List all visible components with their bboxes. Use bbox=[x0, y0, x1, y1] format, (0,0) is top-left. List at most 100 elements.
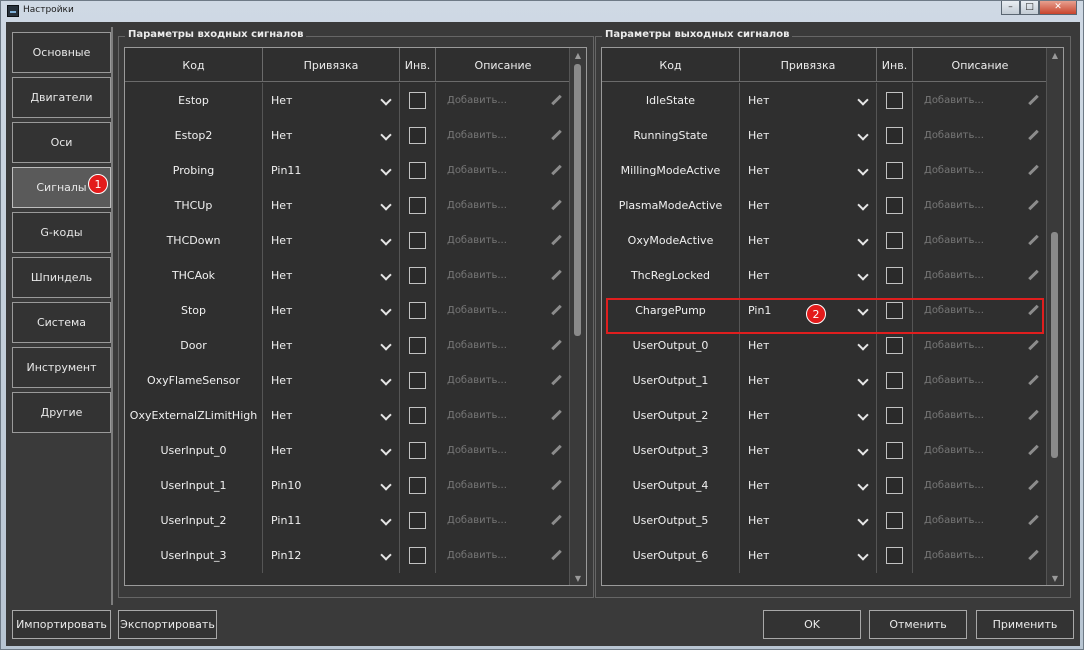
import-button[interactable]: Импортировать bbox=[12, 610, 111, 639]
nav-item[interactable]: Оси bbox=[12, 122, 111, 163]
chevron-down-icon[interactable] bbox=[858, 516, 868, 526]
description-cell[interactable]: Добавить... bbox=[913, 538, 1047, 573]
invert-checkbox[interactable] bbox=[886, 547, 903, 564]
export-button[interactable]: Экспортировать bbox=[118, 610, 217, 639]
chevron-down-icon[interactable] bbox=[858, 201, 868, 211]
binding-dropdown[interactable]: Нет bbox=[740, 188, 877, 223]
chevron-down-icon[interactable] bbox=[858, 236, 868, 246]
invert-checkbox[interactable] bbox=[886, 407, 903, 424]
invert-checkbox[interactable] bbox=[886, 92, 903, 109]
pencil-icon[interactable] bbox=[1028, 410, 1039, 421]
description-cell[interactable]: Добавить... bbox=[436, 258, 570, 293]
description-cell[interactable]: Добавить... bbox=[436, 433, 570, 468]
table-row[interactable]: THCDown Нет Добавить... bbox=[125, 223, 570, 258]
description-cell[interactable]: Добавить... bbox=[913, 433, 1047, 468]
table-row[interactable]: THCUp Нет Добавить... bbox=[125, 188, 570, 223]
binding-dropdown[interactable]: Нет bbox=[740, 83, 877, 118]
invert-checkbox[interactable] bbox=[886, 127, 903, 144]
binding-dropdown[interactable]: Нет bbox=[263, 363, 400, 398]
input-scrollbar[interactable]: ▲ ▼ bbox=[569, 48, 586, 585]
scroll-thumb[interactable] bbox=[1051, 232, 1058, 458]
description-cell[interactable]: Добавить... bbox=[913, 83, 1047, 118]
pencil-icon[interactable] bbox=[551, 340, 562, 351]
invert-checkbox[interactable] bbox=[409, 477, 426, 494]
pencil-icon[interactable] bbox=[551, 235, 562, 246]
table-row[interactable]: Door Нет Добавить... bbox=[125, 328, 570, 363]
binding-dropdown[interactable]: Нет bbox=[740, 118, 877, 153]
chevron-down-icon[interactable] bbox=[381, 306, 391, 316]
scroll-up-arrow-icon[interactable]: ▲ bbox=[570, 48, 586, 62]
binding-dropdown[interactable]: Нет bbox=[263, 118, 400, 153]
pencil-icon[interactable] bbox=[551, 445, 562, 456]
description-cell[interactable]: Добавить... bbox=[436, 118, 570, 153]
header-binding[interactable]: Привязка bbox=[263, 48, 400, 82]
table-row[interactable]: UserInput_0 Нет Добавить... bbox=[125, 433, 570, 468]
binding-dropdown[interactable]: Pin11 bbox=[263, 153, 400, 188]
chevron-down-icon[interactable] bbox=[858, 341, 868, 351]
close-button[interactable]: ✕ bbox=[1039, 1, 1077, 15]
header-description[interactable]: Описание bbox=[436, 48, 570, 82]
table-row[interactable]: PlasmaModeActive Нет Добавить... bbox=[602, 188, 1047, 223]
table-row[interactable]: IdleState Нет Добавить... bbox=[602, 83, 1047, 118]
chevron-down-icon[interactable] bbox=[858, 446, 868, 456]
pencil-icon[interactable] bbox=[1028, 270, 1039, 281]
chevron-down-icon[interactable] bbox=[381, 551, 391, 561]
pencil-icon[interactable] bbox=[551, 375, 562, 386]
binding-dropdown[interactable]: Нет bbox=[263, 258, 400, 293]
description-cell[interactable]: Добавить... bbox=[913, 223, 1047, 258]
binding-dropdown[interactable]: Нет bbox=[263, 293, 400, 328]
description-cell[interactable]: Добавить... bbox=[913, 153, 1047, 188]
table-row[interactable]: UserInput_1 Pin10 Добавить... bbox=[125, 468, 570, 503]
chevron-down-icon[interactable] bbox=[858, 131, 868, 141]
pencil-icon[interactable] bbox=[551, 305, 562, 316]
nav-item[interactable]: Другие bbox=[12, 392, 111, 433]
ok-button[interactable]: OK bbox=[763, 610, 861, 639]
invert-checkbox[interactable] bbox=[886, 197, 903, 214]
header-description[interactable]: Описание bbox=[913, 48, 1047, 82]
pencil-icon[interactable] bbox=[1028, 550, 1039, 561]
pencil-icon[interactable] bbox=[551, 95, 562, 106]
table-row[interactable]: ThcRegLocked Нет Добавить... bbox=[602, 258, 1047, 293]
chevron-down-icon[interactable] bbox=[381, 481, 391, 491]
chevron-down-icon[interactable] bbox=[381, 376, 391, 386]
nav-item[interactable]: Шпиндель bbox=[12, 257, 111, 298]
invert-checkbox[interactable] bbox=[886, 512, 903, 529]
description-cell[interactable]: Добавить... bbox=[436, 328, 570, 363]
chevron-down-icon[interactable] bbox=[381, 446, 391, 456]
table-row[interactable]: UserOutput_3 Нет Добавить... bbox=[602, 433, 1047, 468]
binding-dropdown[interactable]: Нет bbox=[263, 223, 400, 258]
pencil-icon[interactable] bbox=[551, 270, 562, 281]
chevron-down-icon[interactable] bbox=[381, 341, 391, 351]
table-row[interactable]: Estop2 Нет Добавить... bbox=[125, 118, 570, 153]
chevron-down-icon[interactable] bbox=[858, 166, 868, 176]
chevron-down-icon[interactable] bbox=[858, 411, 868, 421]
minimize-button[interactable]: – bbox=[1001, 1, 1020, 15]
pencil-icon[interactable] bbox=[1028, 95, 1039, 106]
pencil-icon[interactable] bbox=[551, 130, 562, 141]
invert-checkbox[interactable] bbox=[886, 477, 903, 494]
chevron-down-icon[interactable] bbox=[381, 201, 391, 211]
table-row[interactable]: OxyModeActive Нет Добавить... bbox=[602, 223, 1047, 258]
chevron-down-icon[interactable] bbox=[381, 236, 391, 246]
invert-checkbox[interactable] bbox=[886, 267, 903, 284]
binding-dropdown[interactable]: Нет bbox=[263, 188, 400, 223]
invert-checkbox[interactable] bbox=[886, 162, 903, 179]
invert-checkbox[interactable] bbox=[409, 302, 426, 319]
invert-checkbox[interactable] bbox=[409, 512, 426, 529]
pencil-icon[interactable] bbox=[1028, 130, 1039, 141]
pencil-icon[interactable] bbox=[1028, 165, 1039, 176]
invert-checkbox[interactable] bbox=[409, 407, 426, 424]
output-scrollbar[interactable]: ▲ ▼ bbox=[1046, 48, 1063, 585]
description-cell[interactable]: Добавить... bbox=[436, 83, 570, 118]
binding-dropdown[interactable]: Нет bbox=[740, 538, 877, 573]
binding-dropdown[interactable]: Нет bbox=[740, 503, 877, 538]
description-cell[interactable]: Добавить... bbox=[436, 153, 570, 188]
header-code[interactable]: Код bbox=[125, 48, 263, 82]
binding-dropdown[interactable]: Pin11 bbox=[263, 503, 400, 538]
table-row[interactable]: UserOutput_5 Нет Добавить... bbox=[602, 503, 1047, 538]
binding-dropdown[interactable]: Нет bbox=[740, 153, 877, 188]
pencil-icon[interactable] bbox=[1028, 235, 1039, 246]
table-row[interactable]: Estop Нет Добавить... bbox=[125, 83, 570, 118]
scroll-up-arrow-icon[interactable]: ▲ bbox=[1047, 48, 1063, 62]
invert-checkbox[interactable] bbox=[886, 442, 903, 459]
